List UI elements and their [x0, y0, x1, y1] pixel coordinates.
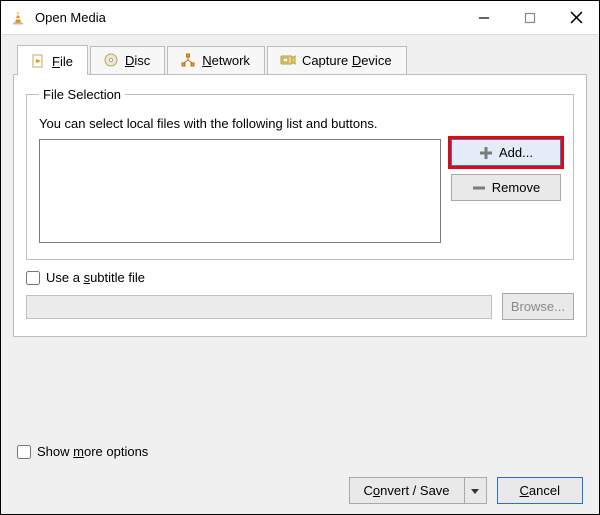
tab-capture-device[interactable]: Capture Device [267, 46, 407, 74]
convert-save-label: Convert / Save [364, 483, 450, 498]
file-selection-group: File Selection You can select local file… [26, 87, 574, 260]
add-button[interactable]: Add... [451, 139, 561, 166]
close-button[interactable] [553, 1, 599, 35]
plus-icon [479, 146, 493, 160]
cancel-label: Cancel [520, 483, 560, 498]
tab-capture-label: Capture Device [302, 53, 392, 68]
file-side-buttons: Add... Remove [451, 139, 561, 201]
file-selection-legend: File Selection [39, 87, 125, 102]
convert-save-button[interactable]: Convert / Save [349, 477, 465, 504]
window-content: File Disc [1, 35, 599, 514]
tab-file-label: File [52, 54, 73, 69]
cancel-button[interactable]: Cancel [497, 477, 583, 504]
subtitle-path-field [26, 295, 492, 319]
maximize-button[interactable] [507, 1, 553, 35]
tab-disc-label: Disc [125, 53, 150, 68]
disc-icon [103, 52, 119, 68]
tab-network[interactable]: Network [167, 46, 265, 74]
capture-device-icon [280, 52, 296, 68]
network-icon [180, 52, 196, 68]
tab-disc[interactable]: Disc [90, 46, 165, 74]
tab-file[interactable]: File [17, 45, 88, 75]
subtitle-checkbox-label[interactable]: Use a subtitle file [26, 270, 145, 285]
convert-save-dropdown[interactable] [465, 477, 487, 504]
tab-bar: File Disc [13, 45, 587, 74]
show-more-options-label[interactable]: Show more options [17, 444, 148, 459]
remove-button[interactable]: Remove [451, 174, 561, 201]
file-selection-help: You can select local files with the foll… [39, 116, 561, 131]
browse-button: Browse... [502, 293, 574, 320]
file-tab-panel: File Selection You can select local file… [13, 74, 587, 337]
minus-icon [472, 181, 486, 195]
open-media-window: Open Media File [0, 0, 600, 515]
convert-save-split-button: Convert / Save [349, 477, 487, 504]
show-more-options-text: Show more options [37, 444, 148, 459]
file-icon [30, 53, 46, 69]
vlc-cone-icon [9, 9, 27, 27]
window-title: Open Media [35, 10, 461, 25]
bottom-area: Show more options Convert / Save Cancel [13, 438, 587, 504]
browse-button-label: Browse... [511, 299, 565, 314]
subtitle-row: Use a subtitle file [26, 270, 574, 285]
minimize-button[interactable] [461, 1, 507, 35]
remove-button-label: Remove [492, 180, 540, 195]
subtitle-checkbox[interactable] [26, 271, 40, 285]
chevron-down-icon [470, 486, 480, 496]
add-button-label: Add... [499, 145, 533, 160]
subtitle-label-text: Use a subtitle file [46, 270, 145, 285]
titlebar: Open Media [1, 1, 599, 35]
file-list[interactable] [39, 139, 441, 243]
tab-network-label: Network [202, 53, 250, 68]
show-more-options-checkbox[interactable] [17, 445, 31, 459]
